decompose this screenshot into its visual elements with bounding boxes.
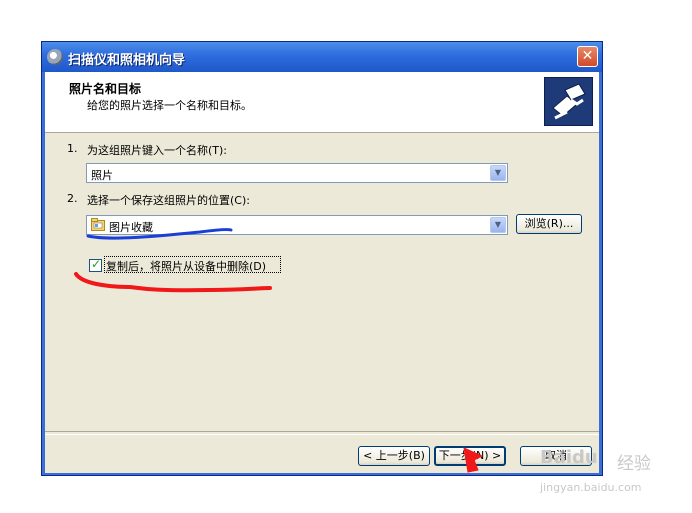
annotation-layer (74, 228, 484, 473)
watermark-brand-suffix: 经验 (617, 454, 651, 474)
watermark-url: jingyan.baidu.com (540, 481, 642, 494)
red-underline-annotation (74, 272, 272, 293)
blue-underline-annotation (86, 228, 233, 240)
watermark-brand: Baidu (540, 447, 598, 468)
red-arrow-cursor-annotation (463, 447, 484, 473)
